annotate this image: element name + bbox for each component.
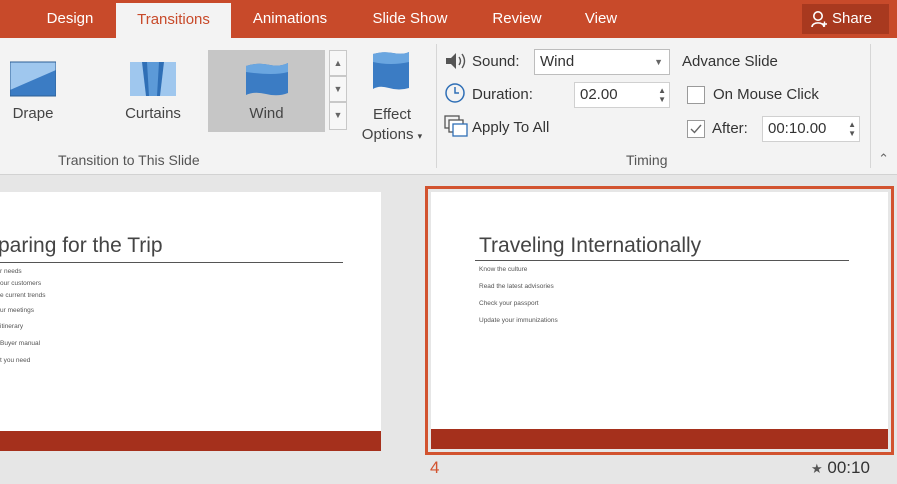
chevron-down-icon: ▼ (654, 57, 663, 67)
transition-wind[interactable]: Wind (208, 50, 325, 132)
slide-bullet: t you need (0, 357, 31, 364)
group-divider (870, 44, 871, 168)
title-underline (475, 260, 849, 261)
clock-icon (445, 83, 465, 103)
slide-bullet: Buyer manual (0, 340, 41, 347)
effect-options-icon (373, 52, 409, 90)
slide-bullet: r needs (0, 268, 22, 275)
advance-slide-label: Advance Slide (682, 53, 778, 70)
gallery-scroll-down-button[interactable]: ▼ (329, 76, 347, 102)
wind-icon (245, 63, 288, 96)
collapse-ribbon-icon[interactable]: ⌃ (878, 151, 889, 167)
transition-curtains[interactable]: Curtains (106, 50, 200, 132)
slide-number: 4 (430, 458, 440, 477)
share-label: Share (832, 10, 873, 27)
duration-label: Duration: (472, 86, 533, 103)
transition-label: Drape (12, 105, 54, 122)
title-underline (0, 262, 343, 263)
transition-label: Curtains (125, 105, 181, 122)
spinner-icon[interactable]: ▲ ▼ (848, 120, 856, 138)
on-mouse-click-label: On Mouse Click (713, 86, 819, 103)
apply-to-all-icon (444, 115, 468, 137)
transition-drape[interactable]: Drape (0, 50, 66, 132)
tab-animations[interactable]: Animations (237, 0, 343, 38)
tab-review[interactable]: Review (484, 0, 550, 38)
sound-label: Sound: (472, 53, 520, 70)
gallery-scroll-up-button[interactable]: ▲ (329, 50, 347, 76)
slide-bullet: ur meetings (0, 307, 34, 314)
slide-bullet: our customers (0, 280, 42, 287)
chevron-down-icon: ▾ (417, 131, 423, 141)
slide-thumbnail-selected[interactable]: Traveling Internationally Know the cultu… (431, 192, 888, 449)
effect-options-label: Effect (372, 106, 412, 123)
duration-value: 02.00 (580, 86, 618, 103)
drape-icon (10, 61, 56, 97)
group-divider (436, 44, 437, 168)
group-label-timing: Timing (626, 152, 668, 168)
effect-options-label-2: Options ▾ (361, 126, 423, 143)
effect-options-button[interactable]: Effect Options ▾ (354, 50, 430, 150)
curtains-icon (130, 62, 176, 96)
slide-duration: 00:10 (827, 458, 870, 477)
speaker-icon (446, 53, 466, 69)
apply-to-all-button[interactable]: Apply To All (472, 116, 549, 140)
slide-footer-bar (431, 429, 888, 449)
after-checkbox[interactable] (687, 120, 705, 138)
slide-footer-bar (0, 431, 381, 451)
share-button[interactable]: Share (802, 4, 889, 34)
after-time-input[interactable]: 00:10.00 ▲ ▼ (762, 116, 860, 142)
tab-design[interactable]: Design (30, 0, 110, 38)
transition-label: Wind (249, 105, 284, 122)
slide-bullet: Know the culture (479, 266, 528, 273)
transition-duration-indicator: ★ 00:10 (811, 458, 870, 478)
slide-title: paring for the Trip (0, 234, 163, 257)
tab-view[interactable]: View (576, 0, 626, 38)
slide-thumbnail[interactable]: paring for the Trip r needs our customer… (0, 192, 381, 451)
transition-star-icon: ★ (811, 461, 823, 476)
checkmark-icon (690, 124, 702, 134)
slide-bullet: Read the latest advisories (479, 283, 554, 290)
after-time-value: 00:10.00 (768, 120, 827, 137)
person-icon (811, 11, 827, 28)
slide-bullet: itinerary (0, 323, 24, 330)
duration-input[interactable]: 02.00 ▲ ▼ (574, 82, 670, 108)
slide-bullet: e current trends (0, 292, 46, 299)
gallery-more-button[interactable]: ▼ (329, 102, 347, 130)
ribbon: Drape Curtains Wind ▲ ▼ ▼ Effect Options… (0, 38, 897, 175)
slide-bullet: Check your passport (479, 300, 539, 307)
ribbon-tab-bar: Design Transitions Animations Slide Show… (0, 0, 897, 38)
slide-title: Traveling Internationally (479, 234, 702, 257)
sound-dropdown[interactable]: Wind ▼ (534, 49, 670, 75)
sound-value: Wind (540, 53, 575, 70)
after-label: After: (712, 120, 748, 137)
tab-slide-show[interactable]: Slide Show (360, 0, 460, 38)
slide-bullet: Update your immunizations (479, 317, 558, 324)
group-label-transition: Transition to This Slide (58, 152, 200, 168)
tab-transitions[interactable]: Transitions (116, 3, 231, 38)
on-mouse-click-checkbox[interactable] (687, 86, 705, 104)
spinner-icon[interactable]: ▲ ▼ (658, 86, 666, 104)
